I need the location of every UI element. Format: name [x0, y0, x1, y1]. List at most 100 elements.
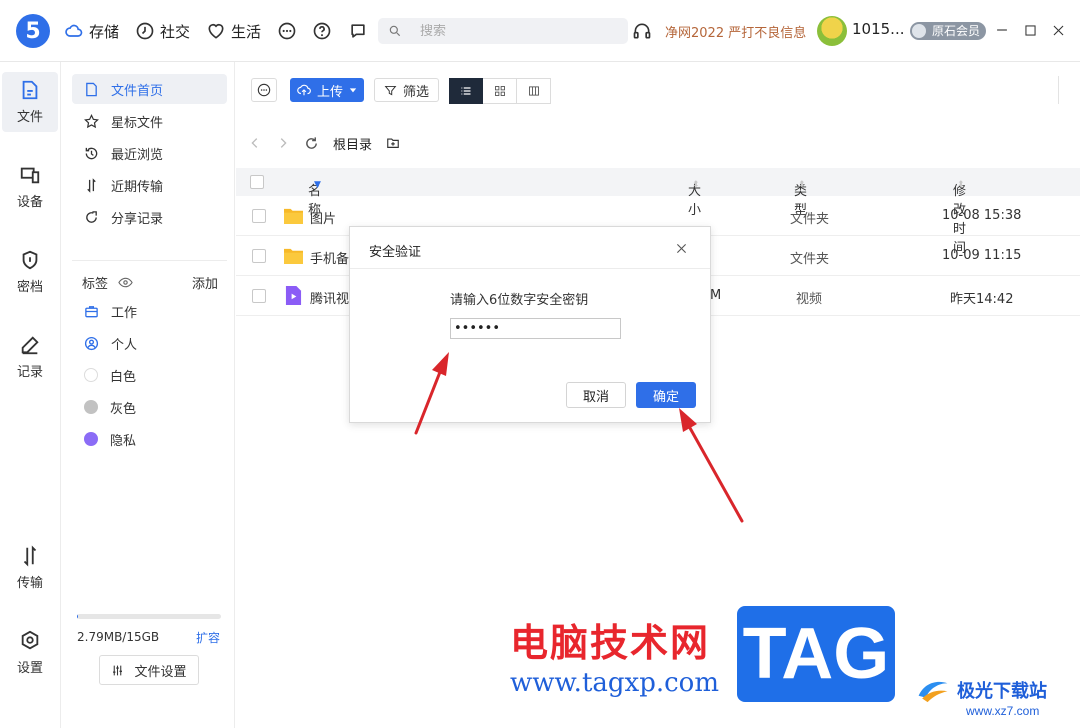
forward-icon[interactable] [276, 136, 290, 150]
history-icon [85, 147, 98, 159]
column-view-button[interactable] [517, 78, 551, 104]
promo-text[interactable]: 净网2022 严打不良信息 [665, 22, 806, 41]
tags-header: 标签 添加 [82, 273, 218, 292]
sidebar-label-home: 文件首页 [111, 83, 164, 99]
tag-item-white[interactable]: 白色 [72, 360, 227, 390]
sidebar-label-starred: 星标文件 [111, 115, 164, 131]
message-icon[interactable] [347, 20, 369, 42]
watermark-site: 极光下载站 [915, 676, 1047, 703]
dialog-close-button[interactable] [672, 239, 690, 257]
row-checkbox[interactable] [252, 209, 266, 223]
rail-item-devices[interactable]: 设备 [2, 157, 58, 217]
breadcrumb-root[interactable]: 根目录 [333, 134, 372, 153]
vip-dot-icon [912, 24, 926, 38]
list-view-button[interactable] [449, 78, 483, 104]
expand-storage-link[interactable]: 扩容 [196, 629, 220, 646]
tag-label-work: 工作 [111, 305, 138, 321]
video-file-icon [285, 286, 302, 305]
watermark-site-cn: 极光下载站 [957, 680, 1047, 702]
back-icon[interactable] [248, 136, 262, 150]
sidebar-label-transfers: 近期传输 [111, 179, 164, 195]
refresh-icon[interactable] [304, 136, 319, 151]
tags-add-button[interactable]: 添加 [192, 273, 218, 292]
help-icon[interactable] [311, 20, 333, 42]
nav-social-label: 社交 [160, 22, 191, 41]
minimize-icon [997, 29, 1007, 31]
maximize-button[interactable] [1020, 20, 1040, 40]
nav-social[interactable]: 社交 [135, 19, 190, 43]
heart-icon [208, 23, 224, 39]
sidebar-item-home[interactable]: 文件首页 [72, 74, 227, 104]
username[interactable]: 1015... [852, 20, 904, 38]
sidebar: 文件首页 星标文件 最近浏览 近期传输 分享记录 标签 添加 工作 个人 白色 … [61, 62, 235, 728]
table-header: 名称 ▼ 大小 ⬍ 类型 ⬍ 修改时间 ⬍ [236, 168, 1080, 256]
top-bar: 5 存储 社交 生活 净网2022 严打不良信息 1015... 原石会员 [0, 0, 1080, 62]
dialog-title: 安全验证 [369, 245, 422, 260]
sidebar-item-starred[interactable]: 星标文件 [72, 106, 227, 136]
more-icon [257, 83, 271, 97]
file-settings-button[interactable]: 文件设置 [99, 655, 199, 685]
row-checkbox[interactable] [252, 249, 266, 263]
row-modified: 昨天14:42 [950, 292, 1014, 307]
transfer-icon [87, 177, 96, 193]
sort-icon: ⬍ [798, 180, 806, 190]
more-actions-button[interactable] [251, 78, 277, 102]
eye-icon[interactable] [118, 275, 133, 290]
confirm-button[interactable]: 确定 [636, 382, 696, 408]
row-size: M [710, 288, 722, 303]
row-name: 手机备 [310, 252, 350, 267]
left-rail: 文件 设备 密档 记录 传输 设置 [0, 62, 61, 728]
tag-item-private[interactable]: 隐私 [72, 424, 227, 454]
select-all-checkbox[interactable] [250, 175, 264, 189]
tag-item-work[interactable]: 工作 [72, 296, 227, 326]
clock-icon [136, 22, 154, 40]
rail-label-notes: 记录 [16, 365, 43, 380]
tag-item-gray[interactable]: 灰色 [72, 392, 227, 422]
more-icon[interactable] [276, 20, 298, 42]
filter-button[interactable]: 筛选 [374, 78, 439, 102]
rail-item-transfer[interactable]: 传输 [2, 538, 58, 598]
document-icon [86, 82, 97, 96]
row-type: 文件夹 [790, 212, 830, 227]
pen-icon [21, 336, 39, 355]
caret-down-icon [349, 88, 357, 93]
upload-icon [297, 84, 311, 96]
sidebar-item-recent[interactable]: 最近浏览 [72, 138, 227, 168]
nav-life[interactable]: 生活 [206, 19, 261, 43]
app-logo[interactable]: 5 [16, 14, 50, 48]
search-input[interactable] [420, 23, 610, 39]
sidebar-item-shares[interactable]: 分享记录 [72, 202, 227, 232]
avatar[interactable] [817, 16, 847, 46]
rail-label-devices: 设备 [16, 195, 43, 210]
minimize-button[interactable] [992, 20, 1012, 40]
rail-item-settings[interactable]: 设置 [2, 623, 58, 683]
rail-item-vault[interactable]: 密档 [2, 242, 58, 302]
share-icon [86, 210, 97, 223]
upload-button[interactable]: 上传 [290, 78, 364, 102]
white-dot-icon [84, 368, 98, 382]
nav-storage[interactable]: 存储 [64, 19, 119, 43]
tag-item-personal[interactable]: 个人 [72, 328, 227, 358]
rail-item-files[interactable]: 文件 [2, 72, 58, 132]
upload-label: 上传 [316, 84, 343, 100]
close-button[interactable] [1048, 20, 1068, 40]
sidebar-item-transfers[interactable]: 近期传输 [72, 170, 227, 200]
rail-item-notes[interactable]: 记录 [2, 327, 58, 387]
aurora-logo-icon [918, 681, 948, 703]
storage-bar [77, 614, 221, 619]
new-folder-icon[interactable] [386, 136, 400, 150]
headset-icon[interactable] [631, 20, 653, 42]
cancel-button[interactable]: 取消 [566, 382, 626, 408]
briefcase-icon [85, 305, 98, 317]
list-icon [461, 87, 471, 95]
rail-label-settings: 设置 [16, 661, 43, 676]
shield-icon [22, 250, 38, 270]
row-checkbox[interactable] [252, 289, 266, 303]
security-key-input[interactable] [450, 318, 621, 339]
search-box[interactable] [378, 18, 628, 44]
grid-view-button[interactable] [483, 78, 517, 104]
sidebar-label-shares: 分享记录 [111, 211, 164, 227]
dialog-header: 安全验证 [350, 227, 710, 269]
row-modified: 10-08 15:38 [942, 208, 1022, 223]
vip-badge[interactable]: 原石会员 [910, 22, 987, 40]
